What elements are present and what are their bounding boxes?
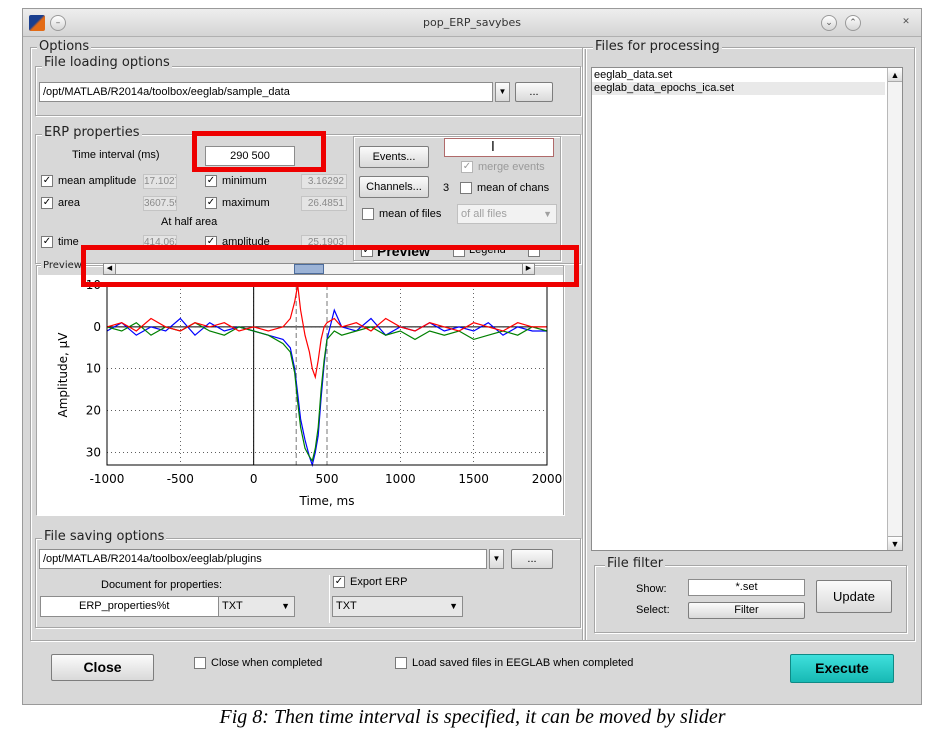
- close-button[interactable]: Close: [51, 654, 154, 681]
- show-label: Show:: [636, 583, 667, 595]
- minimum-value: 3.16292: [301, 174, 347, 189]
- text-cursor-icon: I: [491, 140, 495, 155]
- close-when-completed-label: Close when completed: [211, 657, 323, 669]
- execute-button[interactable]: Execute: [790, 654, 894, 683]
- list-item[interactable]: eeglab_data_epochs_ica.set: [592, 82, 885, 95]
- export-erp-label: Export ERP: [350, 576, 408, 588]
- of-all-files-value: of all files: [461, 208, 507, 220]
- x-tick-label: -500: [167, 472, 194, 486]
- mean-of-files-label: mean of files: [379, 208, 442, 220]
- events-input[interactable]: I: [444, 138, 554, 157]
- erp-plot: -1000 -500 0 500 1000 1500 2000-100102030 Time…: [37, 275, 563, 515]
- chevron-down-icon: ▼: [281, 601, 290, 611]
- files-list[interactable]: eeglab_data.set eeglab_data_epochs_ica.s…: [591, 67, 903, 551]
- time-interval-label: Time interval (ms): [72, 149, 160, 161]
- merge-events-checkbox[interactable]: ✓: [461, 161, 473, 173]
- title-bar: – pop_ERP_savybes ⌄ ⌃ ✕: [23, 9, 921, 37]
- x-tick-label: 0: [250, 472, 258, 486]
- y-tick-label: 0: [93, 320, 101, 334]
- file-filter-label: File filter: [605, 556, 666, 571]
- mean-amplitude-checkbox[interactable]: ✓: [41, 175, 53, 187]
- mean-of-chans-label: mean of chans: [477, 182, 550, 194]
- document-properties-label: Document for properties:: [101, 579, 223, 591]
- mean-of-chans-checkbox[interactable]: [460, 182, 472, 194]
- half-area-label: At half area: [161, 216, 218, 228]
- save-path-dropdown-icon[interactable]: ▼: [489, 549, 504, 569]
- figure-caption: Fig 8: Then time interval is specified, …: [219, 706, 726, 728]
- document-format-value: TXT: [222, 600, 243, 612]
- show-input[interactable]: *.set: [688, 579, 805, 596]
- preview-group-label: Preview: [41, 260, 84, 272]
- maximum-label: maximum: [222, 197, 270, 209]
- scroll-up-icon[interactable]: ▲: [888, 68, 902, 82]
- load-path-dropdown-icon[interactable]: ▼: [495, 82, 510, 102]
- file-saving-label: File saving options: [42, 529, 167, 544]
- x-axis-label: Time, ms: [299, 494, 355, 508]
- minimum-label: minimum: [222, 175, 267, 187]
- scroll-down-icon[interactable]: ▼: [888, 536, 902, 550]
- time-checkbox[interactable]: ✓: [41, 236, 53, 248]
- channel-count: 3: [443, 182, 450, 194]
- maximum-checkbox[interactable]: ✓: [205, 197, 217, 209]
- x-tick-label: 1000: [385, 472, 416, 486]
- mean-amplitude-value: 17.1027: [143, 174, 177, 189]
- list-item[interactable]: eeglab_data.set: [594, 69, 672, 82]
- export-format-value: TXT: [336, 600, 357, 612]
- files-processing-label: Files for processing: [593, 39, 722, 54]
- minimum-checkbox[interactable]: ✓: [205, 175, 217, 187]
- events-button[interactable]: Events...: [359, 146, 429, 168]
- minimize-icon[interactable]: ⌄: [821, 15, 837, 31]
- mean-of-files-checkbox[interactable]: [362, 208, 374, 220]
- of-all-files-select[interactable]: of all files ▼: [457, 204, 557, 224]
- erp-properties-label: ERP properties: [42, 125, 142, 140]
- load-browse-button[interactable]: ...: [515, 82, 553, 102]
- slider-highlight: [81, 245, 579, 287]
- y-tick-label: 30: [86, 445, 101, 459]
- chevron-down-icon: ▼: [449, 601, 458, 611]
- x-tick-label: 1500: [458, 472, 489, 486]
- export-format-select[interactable]: TXT ▼: [332, 596, 463, 617]
- saving-divider: [329, 575, 330, 623]
- load-saved-label: Load saved files in EEGLAB when complete…: [412, 657, 634, 669]
- document-format-select[interactable]: TXT ▼: [218, 596, 295, 617]
- chevron-down-icon: ▼: [543, 209, 552, 219]
- channels-button[interactable]: Channels...: [359, 176, 429, 198]
- save-path-field[interactable]: /opt/MATLAB/R2014a/toolbox/eeglab/plugin…: [39, 549, 487, 569]
- area-checkbox[interactable]: ✓: [41, 197, 53, 209]
- mean-amplitude-label: mean amplitude: [58, 175, 137, 187]
- load-saved-checkbox[interactable]: [395, 657, 407, 669]
- x-tick-label: 2000: [532, 472, 563, 486]
- file-loading-label: File loading options: [42, 55, 172, 70]
- files-scrollbar[interactable]: ▲ ▼: [887, 68, 902, 550]
- area-value: 3607.59: [143, 196, 177, 211]
- area-label: area: [58, 197, 81, 209]
- filter-button[interactable]: Filter: [688, 602, 805, 619]
- time-interval-highlight: [192, 131, 326, 172]
- load-path-field[interactable]: /opt/MATLAB/R2014a/toolbox/eeglab/sample…: [39, 82, 493, 102]
- x-tick-label: 500: [316, 472, 339, 486]
- document-name-input[interactable]: ERP_properties%t: [40, 596, 220, 617]
- x-tick-label: -1000: [90, 472, 125, 486]
- merge-events-label: merge events: [478, 161, 545, 173]
- y-tick-label: 20: [86, 404, 101, 418]
- export-erp-checkbox[interactable]: ✓: [333, 576, 345, 588]
- y-axis-label: Amplitude, µV: [56, 332, 70, 418]
- save-browse-button[interactable]: ...: [511, 549, 553, 569]
- window-title: pop_ERP_savybes: [423, 16, 521, 29]
- maximize-icon[interactable]: ⌃: [845, 15, 861, 31]
- y-tick-label: 10: [86, 362, 101, 376]
- time-label: time: [58, 236, 79, 248]
- maximum-value: 26.4851: [301, 196, 347, 211]
- close-window-icon[interactable]: ✕: [898, 15, 914, 31]
- select-label: Select:: [636, 604, 670, 616]
- update-button[interactable]: Update: [816, 580, 892, 613]
- close-when-completed-checkbox[interactable]: [194, 657, 206, 669]
- options-group-label: Options: [37, 39, 92, 54]
